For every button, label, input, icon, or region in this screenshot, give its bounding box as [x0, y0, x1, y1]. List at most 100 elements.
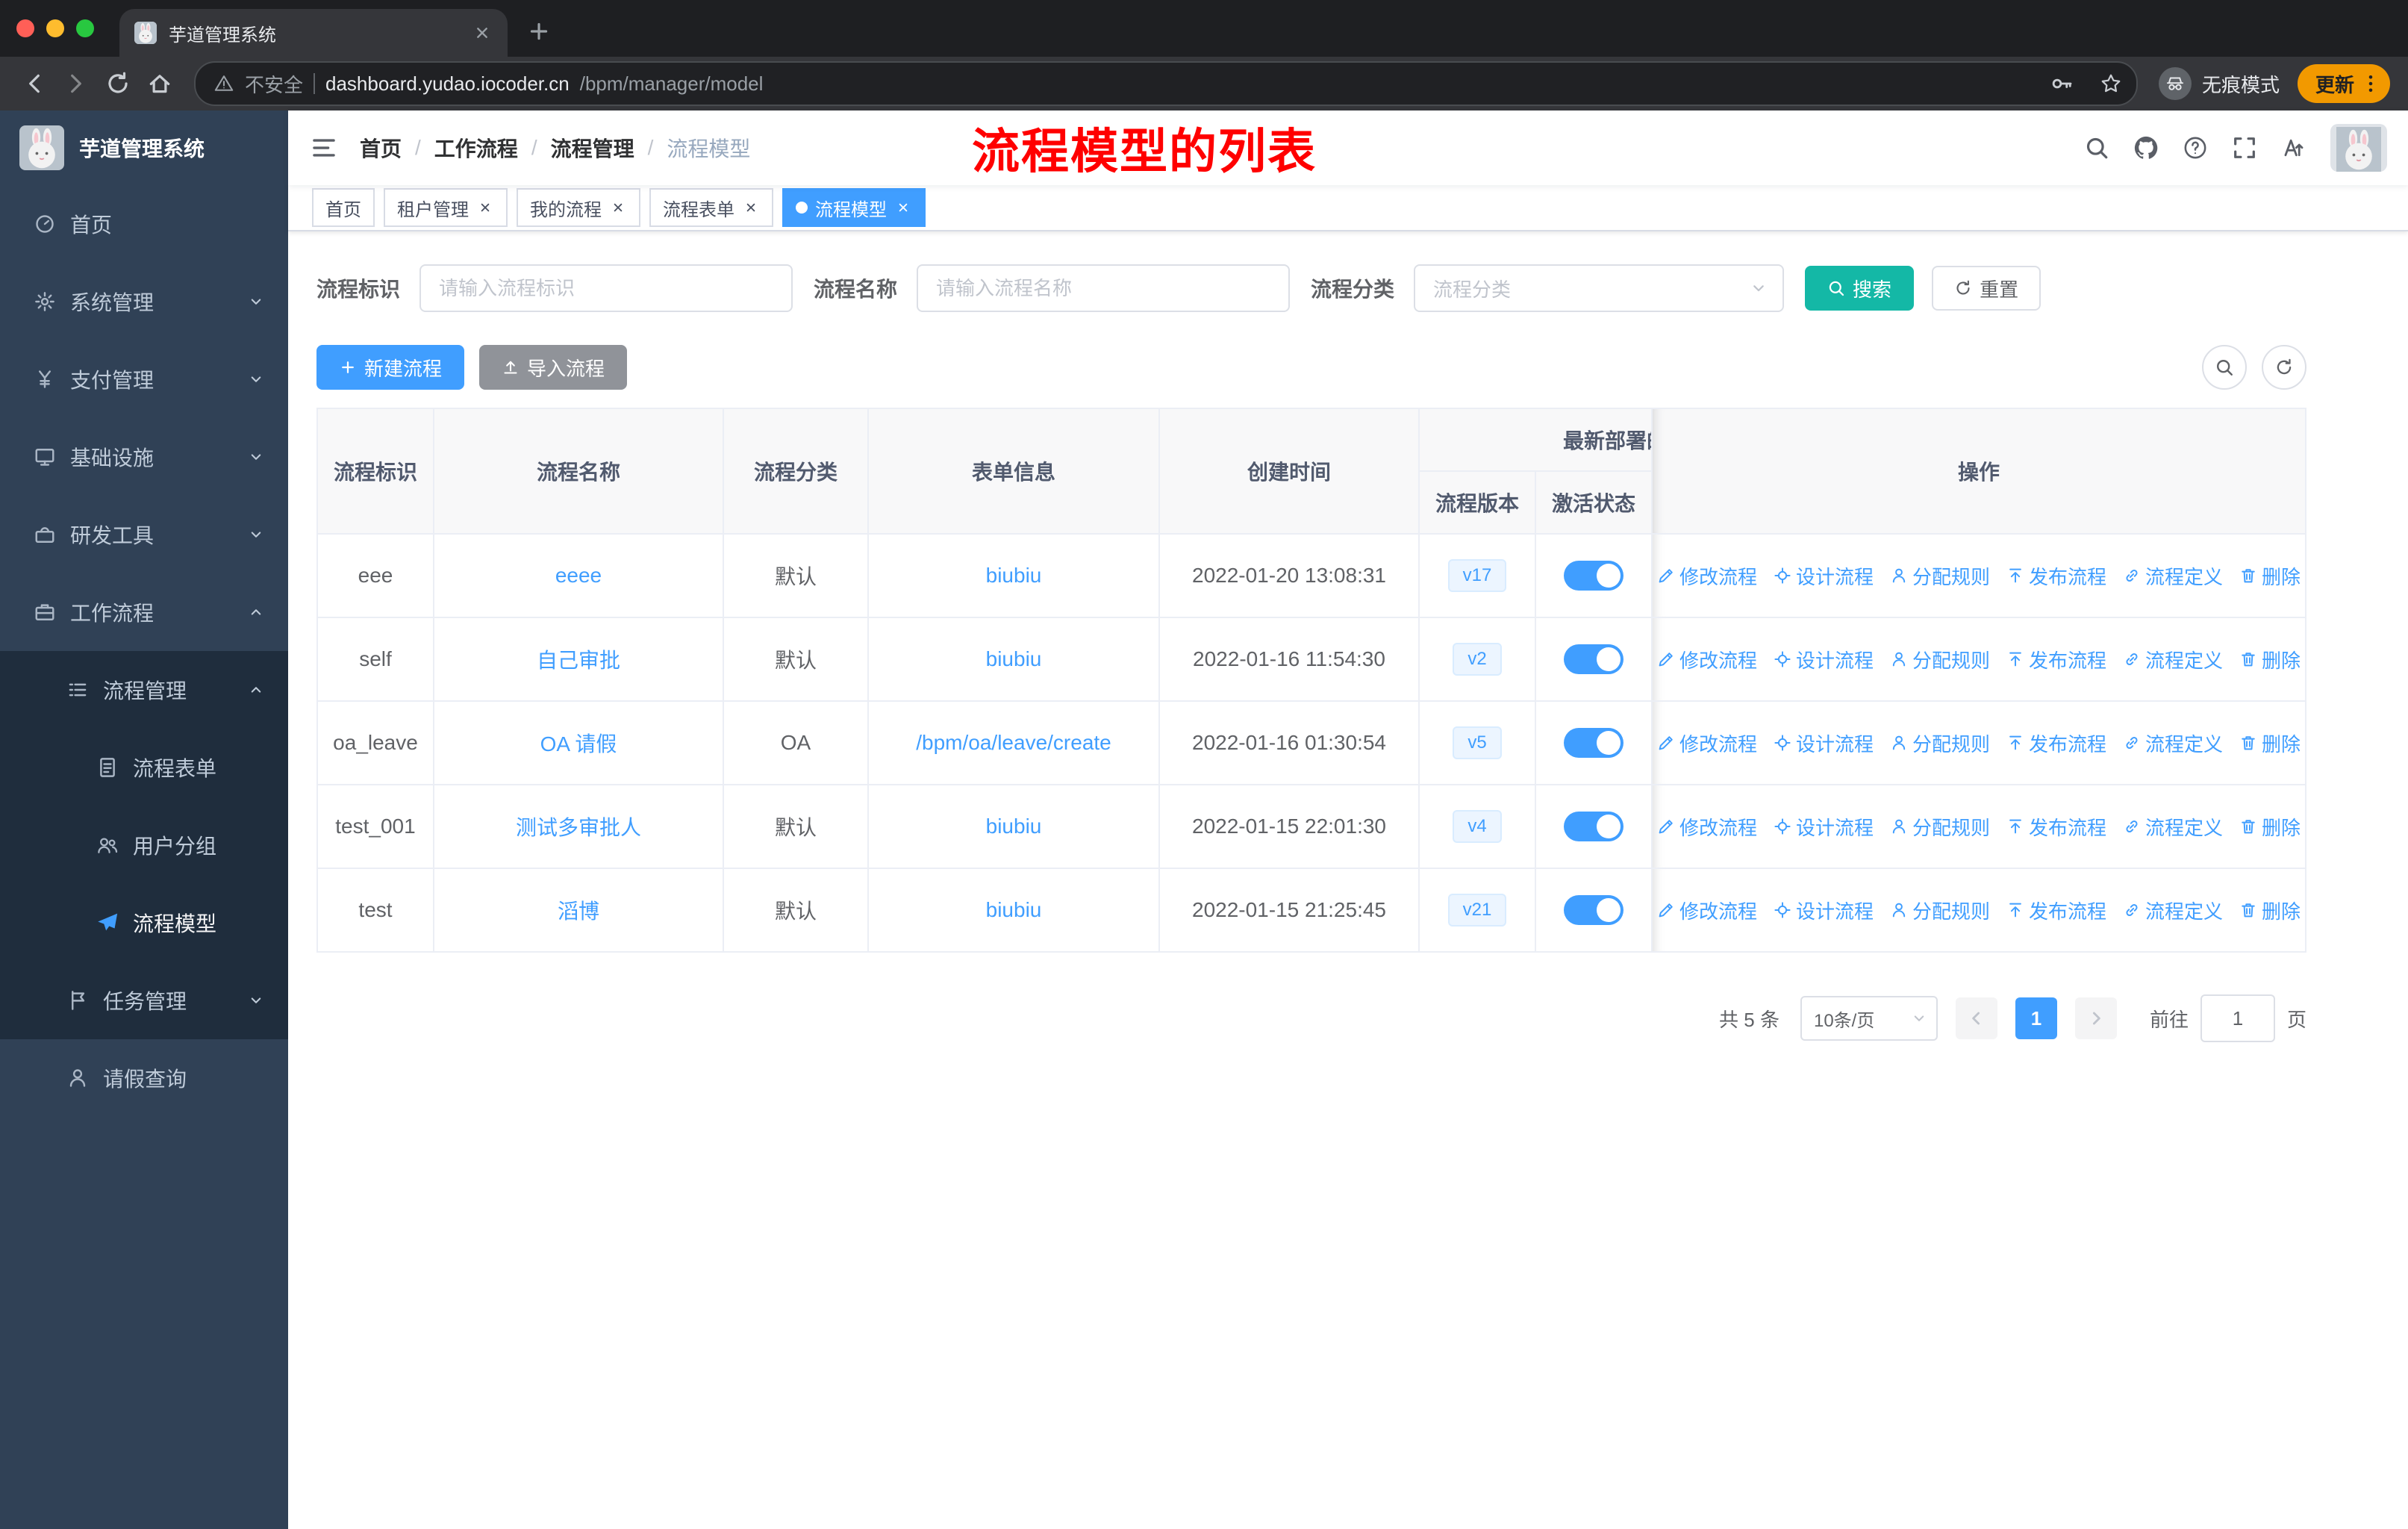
sidebar-item-task-management[interactable]: 任务管理 [0, 962, 288, 1039]
font-size-icon[interactable] [2281, 135, 2306, 161]
close-window-button[interactable] [16, 19, 34, 37]
active-toggle[interactable] [1564, 561, 1623, 591]
action-delete-link[interactable]: 删除 [2239, 562, 2301, 590]
active-toggle[interactable] [1564, 895, 1623, 925]
action-modify-link[interactable]: 修改流程 [1657, 646, 1757, 673]
version-tag[interactable]: v17 [1447, 559, 1507, 592]
process-name-link[interactable]: 滔博 [558, 900, 599, 923]
active-toggle[interactable] [1564, 812, 1623, 841]
home-icon[interactable] [140, 64, 179, 103]
active-toggle[interactable] [1564, 728, 1623, 758]
version-tag[interactable]: v2 [1453, 643, 1502, 676]
close-tab-icon[interactable] [472, 22, 493, 43]
github-icon[interactable] [2133, 135, 2159, 161]
prev-page-button[interactable] [1955, 997, 1997, 1039]
close-icon[interactable] [742, 199, 760, 217]
new-tab-button[interactable] [525, 18, 552, 45]
address-bar[interactable]: 不安全 dashboard.yudao.iocoder.cn /bpm/mana… [194, 61, 2138, 106]
action-definition-link[interactable]: 流程定义 [2123, 646, 2223, 673]
view-tag-process-model[interactable]: 流程模型 [782, 188, 926, 227]
close-icon[interactable] [476, 199, 494, 217]
process-name-link[interactable]: 自己审批 [537, 649, 620, 672]
refresh-table-button[interactable] [2262, 345, 2306, 390]
app-logo[interactable]: 芋道管理系统 [0, 110, 288, 185]
action-design-link[interactable]: 设计流程 [1774, 646, 1874, 673]
action-design-link[interactable]: 设计流程 [1774, 729, 1874, 757]
action-delete-link[interactable]: 删除 [2239, 897, 2301, 924]
create-process-button[interactable]: 新建流程 [316, 345, 465, 390]
help-icon[interactable] [2183, 135, 2208, 161]
breadcrumb-item[interactable]: 工作流程 [434, 133, 518, 163]
search-icon[interactable] [2084, 135, 2109, 161]
not-secure-warning-icon[interactable] [213, 73, 234, 94]
active-toggle[interactable] [1564, 644, 1623, 674]
form-info-link[interactable]: biubiu [986, 647, 1042, 670]
view-tag-tenant-management[interactable]: 租户管理 [384, 188, 508, 227]
breadcrumb-item[interactable]: 流程管理 [551, 133, 634, 163]
action-publish-link[interactable]: 发布流程 [2006, 813, 2106, 841]
action-assign-rules-link[interactable]: 分配规则 [1890, 646, 1990, 673]
action-design-link[interactable]: 设计流程 [1774, 813, 1874, 841]
menu-dots-icon[interactable] [2357, 70, 2384, 97]
action-design-link[interactable]: 设计流程 [1774, 562, 1874, 590]
update-browser-button[interactable]: 更新 [2297, 64, 2390, 103]
next-page-button[interactable] [2074, 997, 2117, 1039]
action-modify-link[interactable]: 修改流程 [1657, 562, 1757, 590]
view-tag-process-form[interactable]: 流程表单 [649, 188, 773, 227]
sidebar-item-infrastructure[interactable]: 基础设施 [0, 418, 288, 496]
bookmark-star-icon[interactable] [2092, 64, 2130, 103]
process-name-link[interactable]: eeee [555, 564, 602, 587]
action-publish-link[interactable]: 发布流程 [2006, 897, 2106, 924]
action-assign-rules-link[interactable]: 分配规则 [1890, 813, 1990, 841]
fullscreen-icon[interactable] [2232, 135, 2257, 161]
action-modify-link[interactable]: 修改流程 [1657, 813, 1757, 841]
sidebar-item-process-management[interactable]: 流程管理 [0, 651, 288, 729]
form-info-link[interactable]: biubiu [986, 815, 1042, 838]
reset-button[interactable]: 重置 [1932, 266, 2042, 311]
sidebar-item-payment-management[interactable]: 支付管理 [0, 340, 288, 418]
action-modify-link[interactable]: 修改流程 [1657, 729, 1757, 757]
close-icon[interactable] [609, 199, 627, 217]
sidebar-item-home[interactable]: 首页 [0, 185, 288, 263]
page-number-button[interactable]: 1 [2015, 997, 2057, 1039]
close-icon[interactable] [894, 199, 912, 217]
breadcrumb-item[interactable]: 首页 [360, 133, 402, 163]
sidebar-item-system-management[interactable]: 系统管理 [0, 263, 288, 340]
view-tag-my-process[interactable]: 我的流程 [517, 188, 640, 227]
form-info-link[interactable]: biubiu [986, 898, 1042, 921]
hamburger-icon[interactable] [311, 134, 337, 161]
form-info-link[interactable]: biubiu [986, 564, 1042, 587]
category-select[interactable]: 流程分类 [1414, 264, 1785, 312]
search-button[interactable]: 搜索 [1805, 266, 1915, 311]
process-name-input[interactable] [917, 264, 1291, 312]
password-key-icon[interactable] [2042, 64, 2081, 103]
forward-icon[interactable] [57, 64, 96, 103]
avatar[interactable] [2330, 124, 2387, 172]
import-process-button[interactable]: 导入流程 [479, 345, 628, 390]
view-tag-home[interactable]: 首页 [312, 188, 375, 227]
action-assign-rules-link[interactable]: 分配规则 [1890, 562, 1990, 590]
sidebar-item-leave-query[interactable]: 请假查询 [0, 1039, 288, 1117]
process-key-input[interactable] [419, 264, 793, 312]
action-publish-link[interactable]: 发布流程 [2006, 646, 2106, 673]
action-publish-link[interactable]: 发布流程 [2006, 562, 2106, 590]
page-size-select[interactable]: 10条/页 [1800, 996, 1938, 1041]
minimize-window-button[interactable] [46, 19, 64, 37]
zoom-window-button[interactable] [76, 19, 94, 37]
action-definition-link[interactable]: 流程定义 [2123, 562, 2223, 590]
process-name-link[interactable]: OA 请假 [540, 732, 617, 756]
action-assign-rules-link[interactable]: 分配规则 [1890, 729, 1990, 757]
process-name-link[interactable]: 测试多审批人 [516, 816, 641, 839]
reload-icon[interactable] [99, 64, 137, 103]
back-icon[interactable] [15, 64, 54, 103]
action-definition-link[interactable]: 流程定义 [2123, 729, 2223, 757]
sidebar-item-workflow[interactable]: 工作流程 [0, 573, 288, 651]
form-info-link[interactable]: /bpm/oa/leave/create [916, 731, 1111, 754]
sidebar-item-dev-tools[interactable]: 研发工具 [0, 496, 288, 573]
sidebar-item-user-group[interactable]: 用户分组 [0, 806, 288, 884]
version-tag[interactable]: v5 [1453, 726, 1502, 759]
sidebar-item-process-model[interactable]: 流程模型 [0, 884, 288, 962]
action-definition-link[interactable]: 流程定义 [2123, 813, 2223, 841]
version-tag[interactable]: v21 [1447, 894, 1507, 927]
sidebar-item-process-form[interactable]: 流程表单 [0, 729, 288, 806]
